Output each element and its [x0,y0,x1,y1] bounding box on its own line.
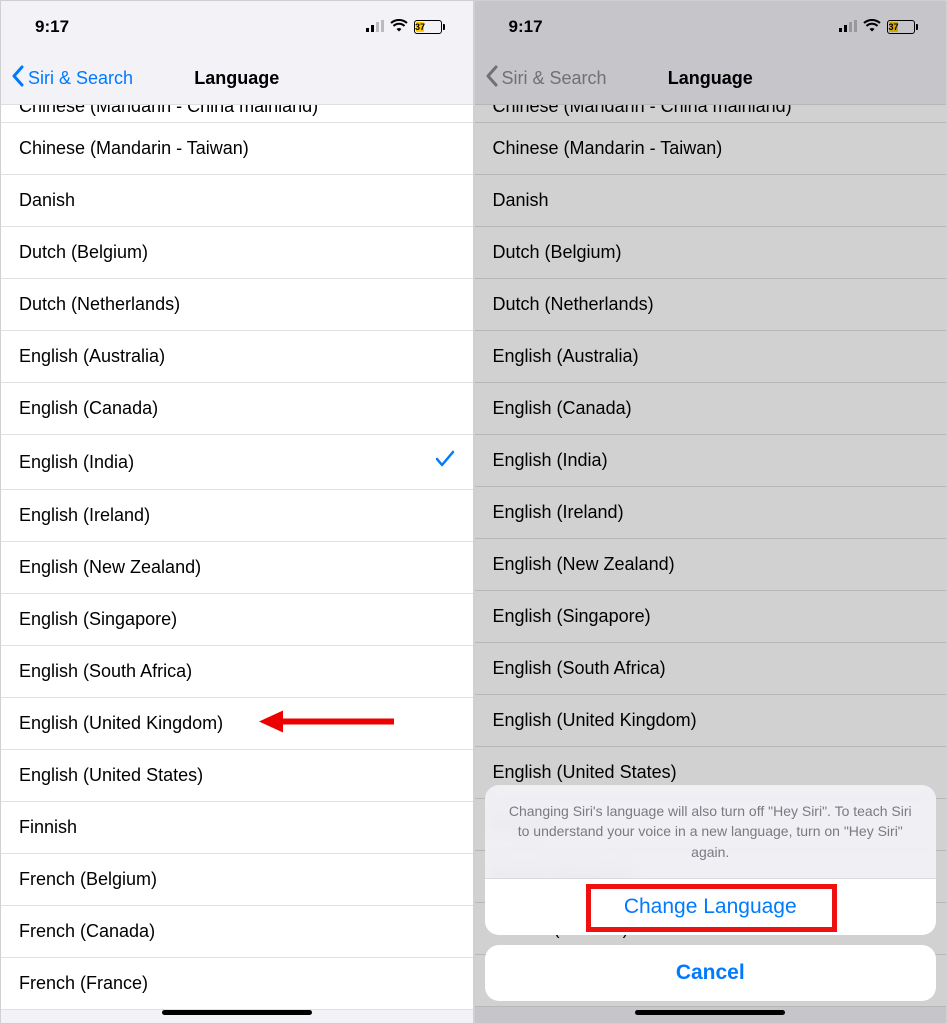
language-label: Dutch (Netherlands) [493,294,654,315]
language-row[interactable]: Danish [475,175,947,227]
wifi-icon [390,17,408,37]
language-row[interactable]: English (United Kingdom) [1,698,473,750]
nav-bar: Siri & Search Language [1,53,473,105]
language-label: Chinese (Mandarin - Taiwan) [493,138,723,159]
language-label: English (United States) [19,765,203,786]
language-row[interactable]: English (Singapore) [475,591,947,643]
language-label: Dutch (Netherlands) [19,294,180,315]
cellular-icon [366,17,384,37]
language-label: French (Canada) [19,921,155,942]
status-bar: 9:17 37 [475,1,947,53]
language-label: English (South Africa) [493,658,666,679]
home-indicator[interactable] [162,1010,312,1015]
cellular-icon [839,17,857,37]
battery-icon: 37 [887,20,918,34]
language-row[interactable]: English (Singapore) [1,594,473,646]
language-label: Chinese (Mandarin - China mainland) [493,105,792,117]
language-row[interactable]: English (New Zealand) [1,542,473,594]
sheet-main: Changing Siri's language will also turn … [485,785,937,935]
battery-icon: 37 [414,20,445,34]
language-row[interactable]: Chinese (Mandarin - Taiwan) [475,123,947,175]
language-row[interactable]: English (Canada) [1,383,473,435]
language-row[interactable]: Dutch (Belgium) [1,227,473,279]
language-label: Danish [19,190,75,211]
language-label: Chinese (Mandarin - Taiwan) [19,138,249,159]
home-indicator[interactable] [635,1010,785,1015]
language-label: Dutch (Belgium) [19,242,148,263]
language-label: English (Singapore) [493,606,651,627]
language-label: English (United States) [493,762,677,783]
chevron-left-icon [11,65,24,92]
status-right: 37 [366,17,445,37]
language-label: English (Australia) [19,346,165,367]
language-label: English (New Zealand) [19,557,201,578]
status-right: 37 [839,17,918,37]
language-row[interactable]: Danish [1,175,473,227]
language-row[interactable]: Finnish [1,802,473,854]
language-row[interactable]: English (Australia) [1,331,473,383]
annotation-arrow [259,704,399,743]
language-row[interactable]: English (Canada) [475,383,947,435]
status-bar: 9:17 37 [1,1,473,53]
language-row[interactable]: English (India) [475,435,947,487]
language-label: English (Canada) [493,398,632,419]
language-row[interactable]: Chinese (Mandarin - China mainland) [1,105,473,123]
language-row[interactable]: French (Canada) [1,906,473,958]
back-label: Siri & Search [28,68,133,89]
cancel-button[interactable]: Cancel [485,945,937,1001]
language-label: English (Singapore) [19,609,177,630]
language-row[interactable]: English (Australia) [475,331,947,383]
language-label: English (United Kingdom) [493,710,697,731]
sheet-message: Changing Siri's language will also turn … [485,785,937,879]
back-label: Siri & Search [502,68,607,89]
language-label: English (United Kingdom) [19,713,223,734]
language-label: English (India) [493,450,608,471]
language-row[interactable]: English (Ireland) [1,490,473,542]
phone-left: 9:17 37 Siri & Search Language Chinese (… [0,0,474,1024]
language-label: English (Ireland) [493,502,624,523]
language-label: Chinese (Mandarin - China mainland) [19,105,318,117]
page-title: Language [668,68,753,89]
wifi-icon [863,17,881,37]
language-label: Dutch (Belgium) [493,242,622,263]
language-row[interactable]: Dutch (Belgium) [475,227,947,279]
language-label: French (Belgium) [19,869,157,890]
language-row[interactable]: French (France) [1,958,473,1010]
language-row[interactable]: English (India) [1,435,473,490]
language-row[interactable]: English (New Zealand) [475,539,947,591]
language-label: English (South Africa) [19,661,192,682]
checkmark-icon [435,450,455,474]
language-label: English (Canada) [19,398,158,419]
action-sheet: Changing Siri's language will also turn … [485,785,937,1001]
language-row[interactable]: English (Ireland) [475,487,947,539]
language-label: Danish [493,190,549,211]
language-row[interactable]: Dutch (Netherlands) [475,279,947,331]
language-label: French (France) [19,973,148,994]
language-row[interactable]: English (South Africa) [1,646,473,698]
status-time: 9:17 [35,17,69,37]
language-row[interactable]: English (South Africa) [475,643,947,695]
back-button[interactable]: Siri & Search [475,65,607,92]
phone-right: 9:17 37 Siri & Search Language Chinese (… [474,0,947,1024]
status-time: 9:17 [509,17,543,37]
language-row[interactable]: Dutch (Netherlands) [1,279,473,331]
language-row[interactable]: English (United Kingdom) [475,695,947,747]
language-label: English (Australia) [493,346,639,367]
back-button[interactable]: Siri & Search [1,65,133,92]
language-label: English (India) [19,452,134,473]
language-label: English (New Zealand) [493,554,675,575]
language-label: Finnish [19,817,77,838]
language-row[interactable]: Chinese (Mandarin - China mainland) [475,105,947,123]
language-row[interactable]: French (Belgium) [1,854,473,906]
language-row[interactable]: Chinese (Mandarin - Taiwan) [1,123,473,175]
page-title: Language [194,68,279,89]
language-row[interactable]: English (United States) [1,750,473,802]
change-language-button[interactable]: Change Language [485,879,937,935]
language-list[interactable]: Chinese (Mandarin - China mainland) Chine… [1,105,473,1010]
nav-bar: Siri & Search Language [475,53,947,105]
chevron-left-icon [485,65,498,92]
language-label: English (Ireland) [19,505,150,526]
